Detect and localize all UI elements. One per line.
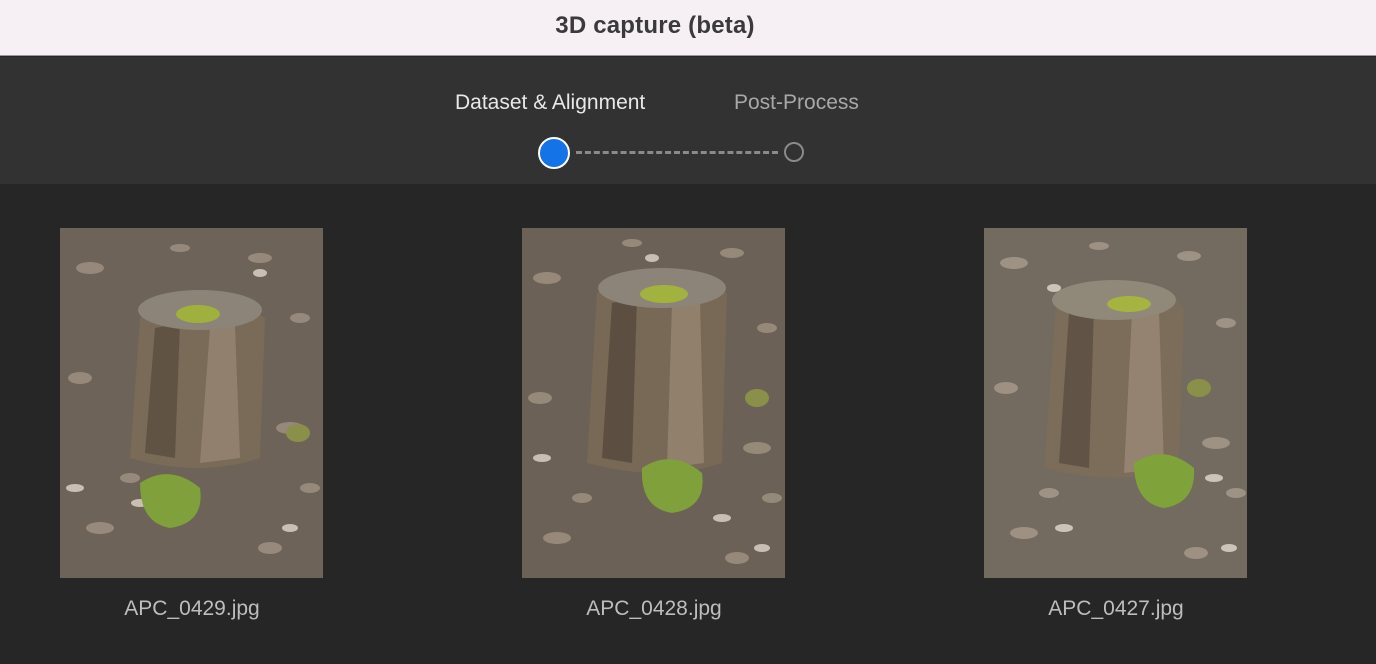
tree-stump-image [984,228,1247,578]
tree-stump-image [60,228,323,578]
window-title: 3D capture (beta) [555,12,755,39]
gallery-item[interactable]: APC_0428.jpg [522,228,786,621]
image-thumbnail[interactable] [60,228,323,578]
image-filename: APC_0427.jpg [1048,597,1184,620]
tree-stump-image [522,228,785,578]
step-connector-line [576,151,778,154]
image-thumbnail[interactable] [984,228,1247,578]
image-filename: APC_0429.jpg [124,597,260,620]
workflow-stepper: Dataset & Alignment Post-Process [0,57,1376,184]
image-filename: APC_0428.jpg [586,597,722,620]
step-dataset-alignment-indicator[interactable] [538,137,570,169]
gallery-item[interactable]: APC_0427.jpg [984,228,1248,621]
image-gallery: APC_0429.jpg APC_0428.jpg APC_0427.jpg [0,184,1376,664]
step-post-process-indicator[interactable] [784,142,804,162]
image-thumbnail[interactable] [522,228,785,578]
window-titlebar: 3D capture (beta) [0,0,1376,56]
step-dataset-alignment-label[interactable]: Dataset & Alignment [455,91,645,115]
step-post-process-label[interactable]: Post-Process [734,91,859,115]
gallery-item[interactable]: APC_0429.jpg [60,228,324,621]
